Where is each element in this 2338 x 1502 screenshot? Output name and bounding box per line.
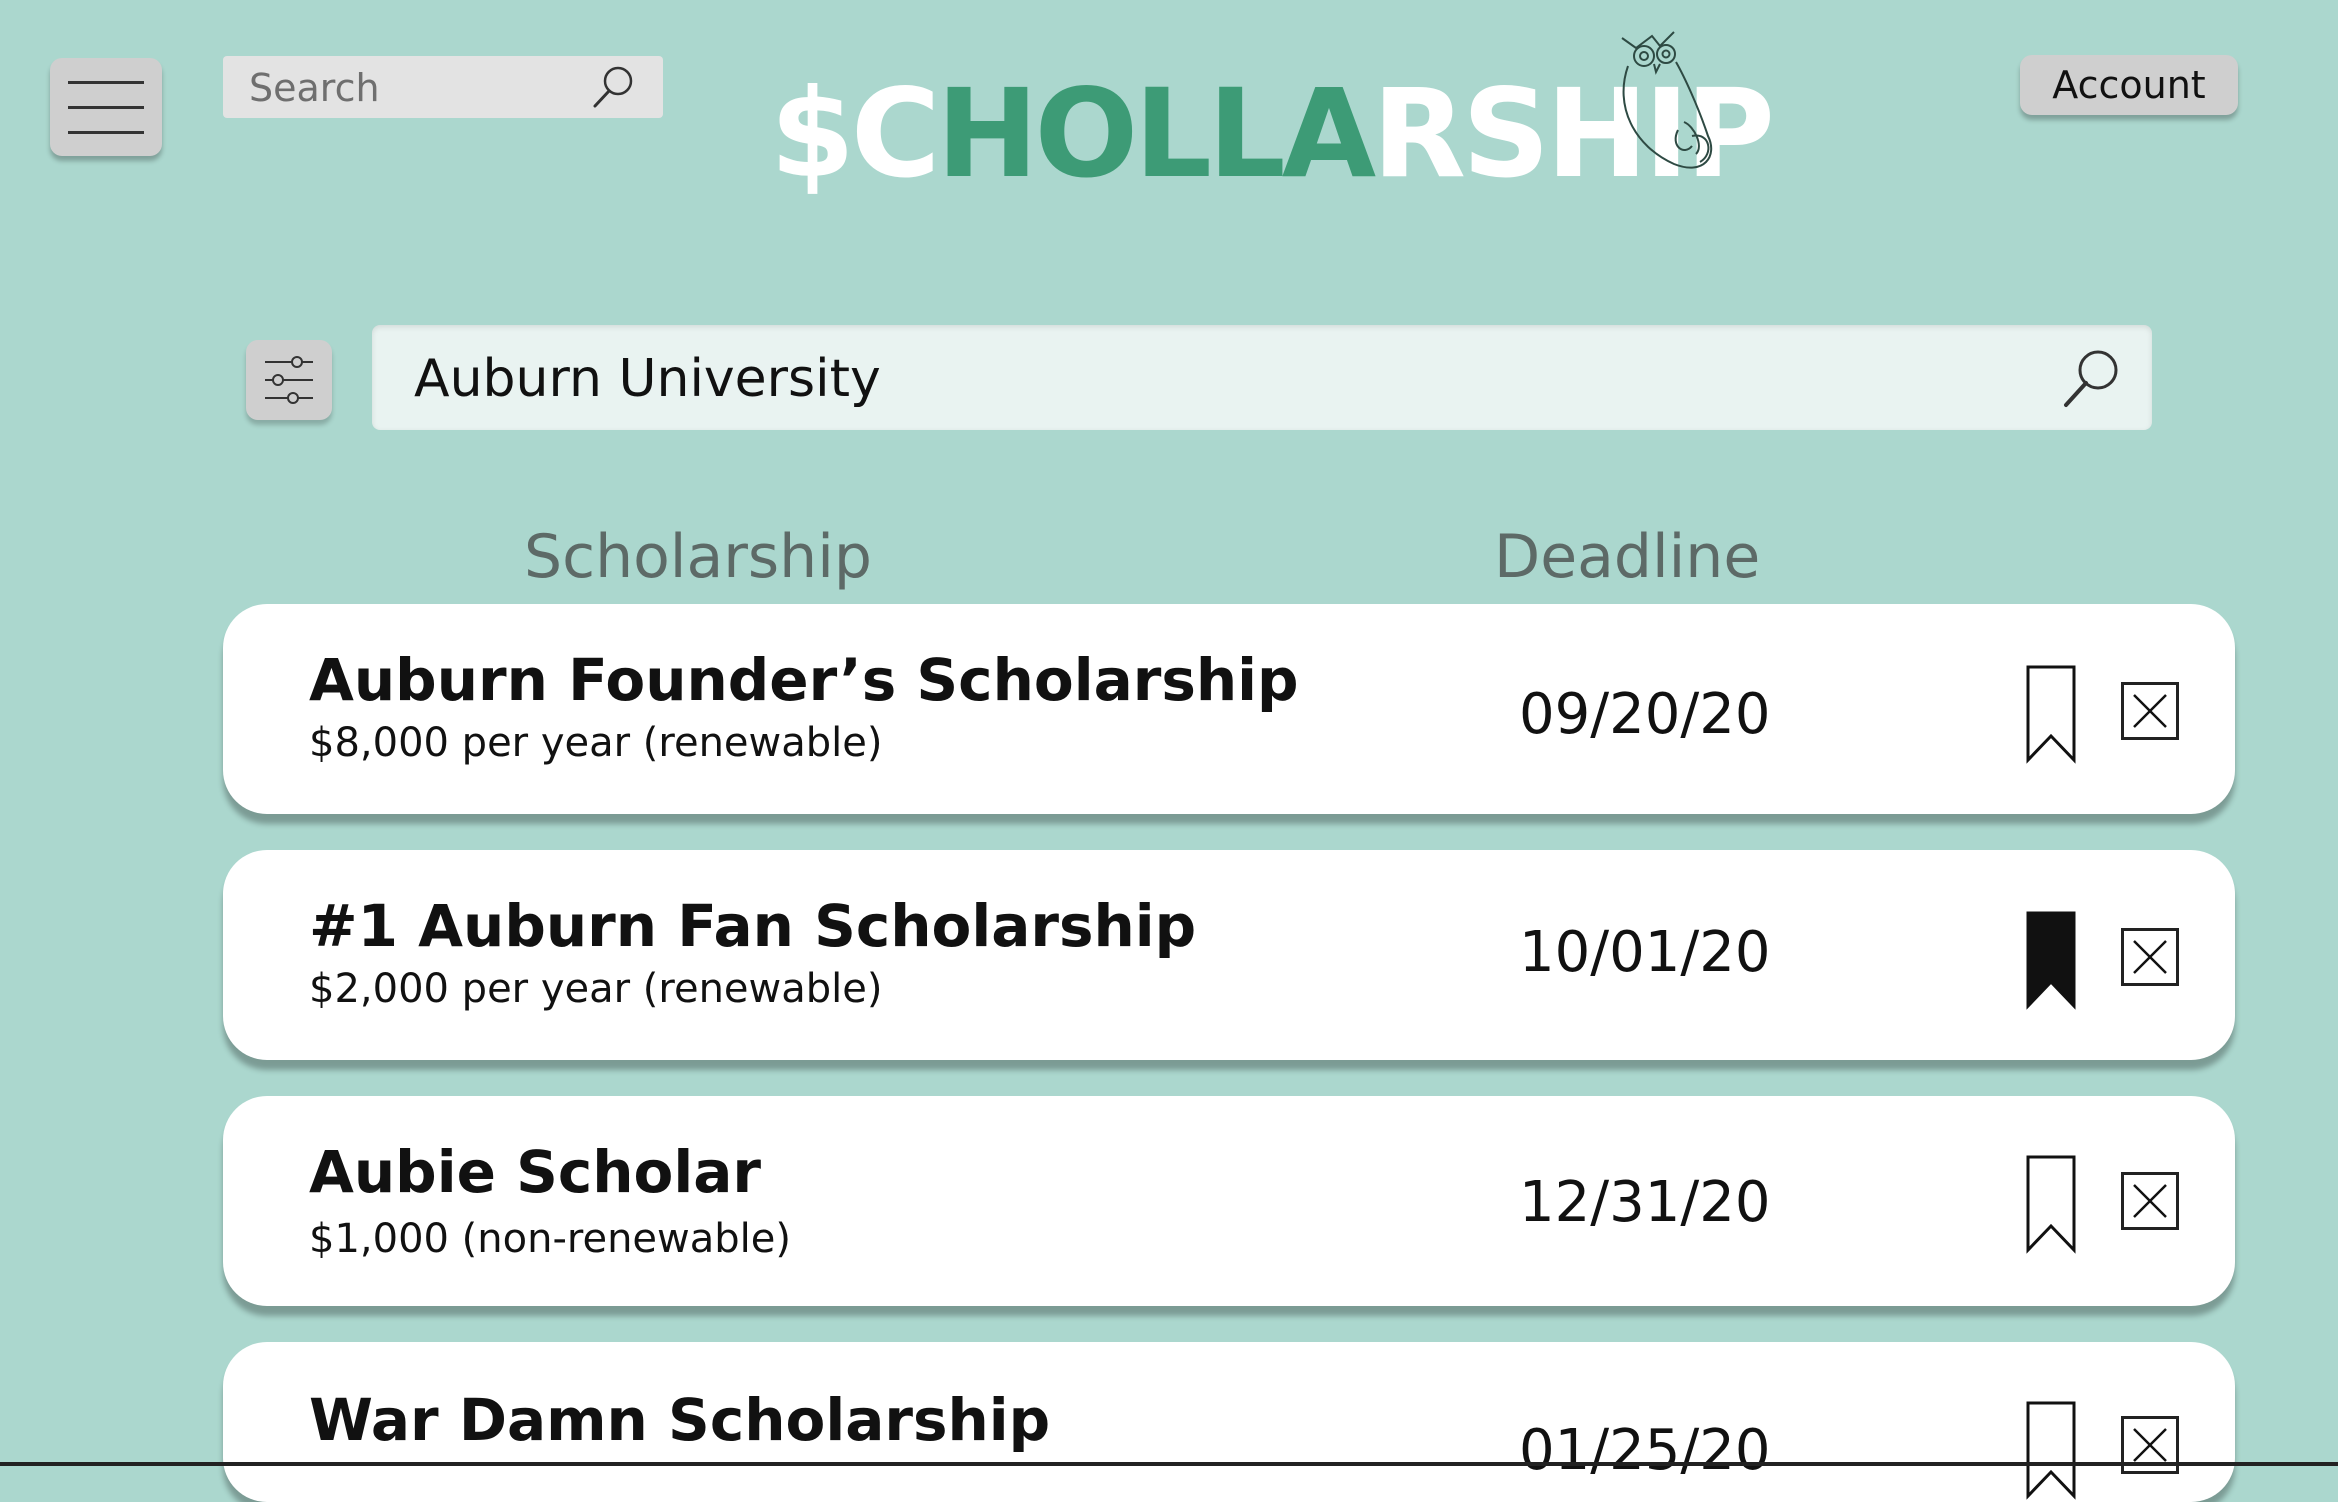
top-search-bar — [223, 56, 663, 120]
search-icon[interactable] — [589, 63, 637, 111]
scholarship-card[interactable]: Aubie Scholar $1,000 (non-renewable) 12/… — [223, 1096, 2235, 1306]
scholarship-deadline: 10/01/20 — [1519, 920, 1771, 985]
hamburger-menu-icon — [68, 80, 144, 84]
scholarship-title: War Damn Scholarship — [309, 1386, 1051, 1454]
bookmark-icon[interactable] — [2025, 1400, 2077, 1500]
scholarship-deadline: 12/31/20 — [1519, 1170, 1771, 1235]
account-button[interactable]: Account — [2020, 55, 2238, 115]
scholarship-amount: $1,000 (non-renewable) — [309, 1216, 791, 1262]
bookmark-icon[interactable] — [2025, 1154, 2077, 1254]
hamburger-menu-button[interactable] — [50, 58, 162, 156]
scholarship-card[interactable]: #1 Auburn Fan Scholarship $2,000 per yea… — [223, 850, 2235, 1060]
close-icon — [2133, 1184, 2167, 1218]
screen-bottom-edge — [0, 1462, 2338, 1466]
column-header-deadline: Deadline — [1494, 522, 1761, 592]
scholarship-search-bar — [372, 325, 2152, 432]
remove-button[interactable] — [2121, 928, 2179, 986]
bookmark-filled-icon[interactable] — [2025, 910, 2077, 1010]
scholarship-amount: $8,000 per year (renewable) — [309, 720, 883, 766]
scholarship-card[interactable]: Auburn Founder’s Scholarship $8,000 per … — [223, 604, 2235, 814]
close-icon — [2133, 940, 2167, 974]
scholarship-title: #1 Auburn Fan Scholarship — [309, 892, 1197, 960]
scholarship-deadline: 01/25/20 — [1519, 1418, 1771, 1483]
close-icon — [2133, 694, 2167, 728]
bookmark-icon[interactable] — [2025, 664, 2077, 764]
top-search-input[interactable] — [247, 56, 591, 120]
scholarship-title: Aubie Scholar — [309, 1138, 762, 1206]
filter-sliders-icon — [265, 356, 313, 404]
scholarship-deadline: 09/20/20 — [1519, 682, 1771, 747]
column-header-scholarship: Scholarship — [524, 522, 872, 592]
search-icon[interactable] — [2058, 345, 2124, 411]
scholarship-search-input[interactable] — [412, 325, 2016, 432]
filter-button[interactable] — [246, 340, 332, 420]
remove-button[interactable] — [2121, 682, 2179, 740]
scholarship-title: Auburn Founder’s Scholarship — [309, 646, 1299, 714]
scholarship-card[interactable]: War Damn Scholarship 01/25/20 — [223, 1342, 2235, 1502]
scholarship-amount: $2,000 per year (renewable) — [309, 966, 883, 1012]
owl-icon — [1621, 31, 1713, 169]
remove-button[interactable] — [2121, 1172, 2179, 1230]
